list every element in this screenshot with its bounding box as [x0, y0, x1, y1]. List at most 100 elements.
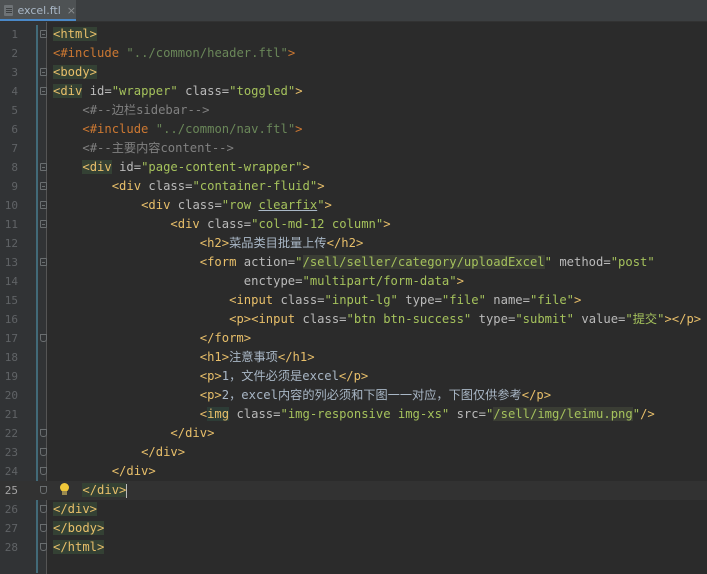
- line-number: 6: [11, 123, 18, 136]
- line-number: 4: [11, 85, 18, 98]
- tab-label: excel.ftl: [17, 4, 61, 17]
- code-line[interactable]: 25 </div>: [0, 481, 707, 500]
- code-text: <h2>菜品类目批量上传</h2>: [199, 236, 364, 250]
- code-line[interactable]: 6 <#include "../common/nav.ftl">: [0, 120, 707, 139]
- code-line[interactable]: 9 <div class="container-fluid">: [0, 177, 707, 196]
- line-number: 5: [11, 104, 18, 117]
- close-icon[interactable]: ×: [67, 4, 76, 17]
- line-number: 21: [4, 408, 18, 421]
- file-icon: [4, 5, 14, 16]
- code-line[interactable]: 1 <html>: [0, 25, 707, 44]
- code-text: <#include "../common/nav.ftl">: [82, 122, 303, 136]
- code-line[interactable]: 5 <#--边栏sidebar-->: [0, 101, 707, 120]
- line-number: 8: [11, 161, 18, 174]
- line-number: 23: [4, 446, 18, 459]
- line-number: 11: [4, 218, 18, 231]
- code-text: enctype="multipart/form-data">: [243, 274, 464, 288]
- fold-marker-icon[interactable]: [40, 163, 47, 171]
- line-number: 26: [4, 503, 18, 516]
- code-line[interactable]: 11 <div class="col-md-12 column">: [0, 215, 707, 234]
- line-number: 13: [4, 256, 18, 269]
- fold-marker-icon[interactable]: [40, 429, 47, 437]
- line-number: 3: [11, 66, 18, 79]
- line-number: 27: [4, 522, 18, 535]
- code-line[interactable]: 2 <#include "../common/header.ftl">: [0, 44, 707, 63]
- line-number: 10: [4, 199, 18, 212]
- line-number: 28: [4, 541, 18, 554]
- code-text: <div class="container-fluid">: [111, 179, 325, 193]
- code-text: <div class="col-md-12 column">: [170, 217, 391, 231]
- code-text: <html>: [53, 27, 98, 41]
- fold-marker-icon[interactable]: [40, 524, 47, 532]
- active-tab-indicator: [0, 19, 76, 21]
- code-line[interactable]: 17 </form>: [0, 329, 707, 348]
- code-line[interactable]: 15 <input class="input-lg" type="file" n…: [0, 291, 707, 310]
- code-text: <p><input class="btn btn-success" type="…: [229, 312, 702, 326]
- line-number: 15: [4, 294, 18, 307]
- code-text: </div>: [170, 426, 215, 440]
- code-line[interactable]: 21 <img class="img-responsive img-xs" sr…: [0, 405, 707, 424]
- fold-marker-icon[interactable]: [40, 220, 47, 228]
- fold-marker-icon[interactable]: [40, 87, 47, 95]
- code-line[interactable]: 8 <div id="page-content-wrapper">: [0, 158, 707, 177]
- code-text: </div>: [82, 483, 128, 498]
- code-line[interactable]: 10 <div class="row clearfix">: [0, 196, 707, 215]
- fold-marker-icon[interactable]: [40, 486, 47, 494]
- code-line[interactable]: 3 <body>: [0, 63, 707, 82]
- line-number: 25: [4, 484, 18, 497]
- code-text: <input class="input-lg" type="file" name…: [229, 293, 582, 307]
- code-line[interactable]: 13 <form action="/sell/seller/category/u…: [0, 253, 707, 272]
- code-text: </div>: [141, 445, 186, 459]
- fold-marker-icon[interactable]: [40, 505, 47, 513]
- code-line[interactable]: 19 <p>1，文件必须是excel</p>: [0, 367, 707, 386]
- code-text: <form action="/sell/seller/category/uplo…: [199, 255, 655, 269]
- fold-marker-icon[interactable]: [40, 30, 47, 38]
- fold-marker-icon[interactable]: [40, 201, 47, 209]
- code-text: </div>: [111, 464, 156, 478]
- code-text: <body>: [53, 65, 98, 79]
- line-number: 12: [4, 237, 18, 250]
- code-line[interactable]: 16 <p><input class="btn btn-success" typ…: [0, 310, 707, 329]
- code-line[interactable]: 4 <div id="wrapper" class="toggled">: [0, 82, 707, 101]
- code-text: <div class="row clearfix">: [141, 198, 332, 212]
- line-number: 20: [4, 389, 18, 402]
- code-line[interactable]: 22 </div>: [0, 424, 707, 443]
- code-line[interactable]: 26 </div>: [0, 500, 707, 519]
- code-text: <p>2，excel内容的列必须和下图一一对应，下图仅供参考</p>: [199, 388, 552, 402]
- fold-marker-icon[interactable]: [40, 334, 47, 342]
- fold-marker-icon[interactable]: [40, 182, 47, 190]
- line-number: 1: [11, 28, 18, 41]
- fold-marker-icon[interactable]: [40, 467, 47, 475]
- code-text: <p>1，文件必须是excel</p>: [199, 369, 369, 383]
- code-line[interactable]: 28 </html>: [0, 538, 707, 557]
- line-number: 14: [4, 275, 18, 288]
- code-text: <div id="wrapper" class="toggled">: [53, 84, 303, 98]
- line-number: 16: [4, 313, 18, 326]
- fold-marker-icon[interactable]: [40, 258, 47, 266]
- line-number: 22: [4, 427, 18, 440]
- code-line[interactable]: 23 </div>: [0, 443, 707, 462]
- tab-excel-ftl[interactable]: excel.ftl ×: [0, 0, 76, 21]
- code-text: <#--边栏sidebar-->: [82, 103, 210, 117]
- fold-marker-icon[interactable]: [40, 543, 47, 551]
- code-text: <img class="img-responsive img-xs" src="…: [199, 407, 655, 421]
- code-text: <#include "../common/header.ftl">: [53, 46, 296, 60]
- code-line[interactable]: 18 <h1>注意事项</h1>: [0, 348, 707, 367]
- code-editor[interactable]: 1 <html> 2 <#include "../common/header.ftl"…: [0, 22, 707, 574]
- code-line[interactable]: 12 <h2>菜品类目批量上传</h2>: [0, 234, 707, 253]
- code-line[interactable]: 27 </body>: [0, 519, 707, 538]
- fold-marker-icon[interactable]: [40, 448, 47, 456]
- line-number: 9: [11, 180, 18, 193]
- code-line[interactable]: 20 <p>2，excel内容的列必须和下图一一对应，下图仅供参考</p>: [0, 386, 707, 405]
- line-number: 17: [4, 332, 18, 345]
- code-line[interactable]: 7 <#--主要内容content-->: [0, 139, 707, 158]
- code-text: </html>: [53, 540, 105, 554]
- line-number: 18: [4, 351, 18, 364]
- code-text: <#--主要内容content-->: [82, 141, 234, 155]
- code-line[interactable]: 24 </div>: [0, 462, 707, 481]
- code-text: <div id="page-content-wrapper">: [82, 160, 310, 174]
- fold-marker-icon[interactable]: [40, 68, 47, 76]
- line-number: 2: [11, 47, 18, 60]
- line-number: 7: [11, 142, 18, 155]
- code-line[interactable]: 14 enctype="multipart/form-data">: [0, 272, 707, 291]
